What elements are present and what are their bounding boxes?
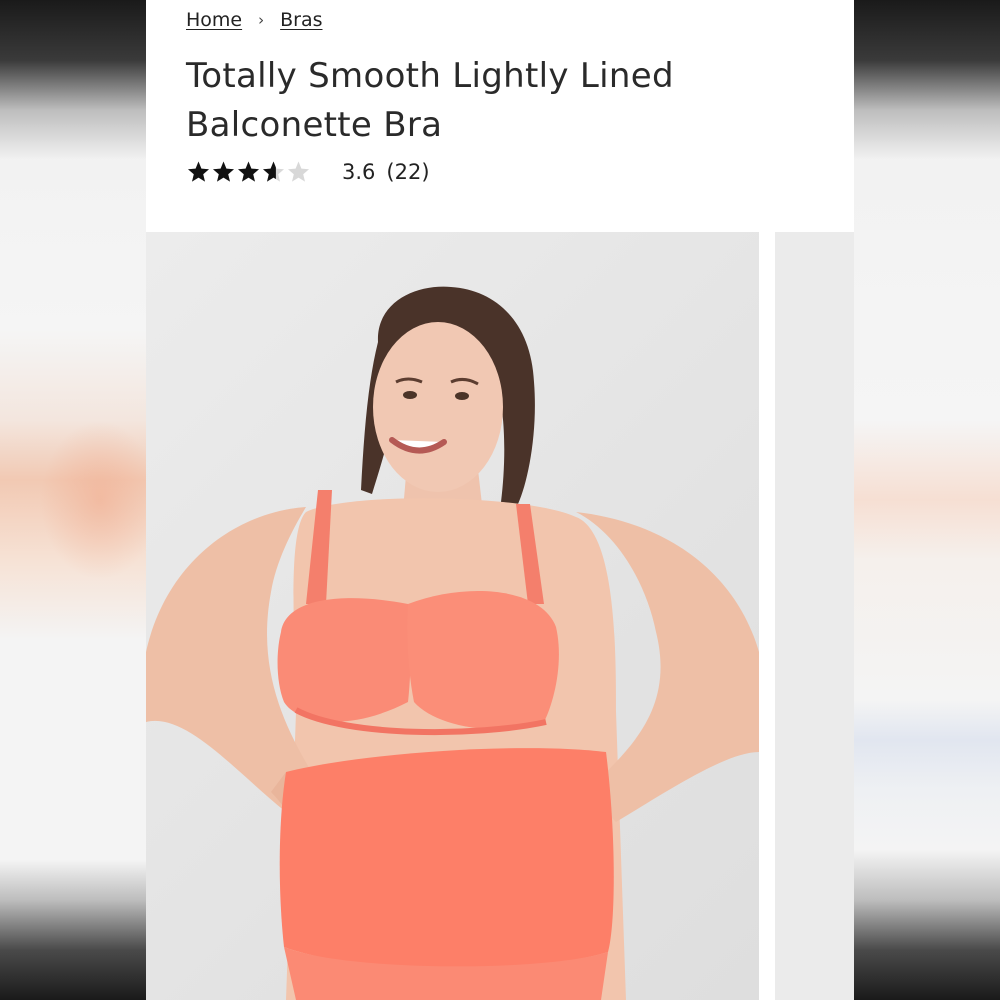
star-icon [263,161,284,182]
breadcrumb: Home › Bras [186,9,323,31]
product-image-next[interactable] [775,232,854,1000]
star-icon [188,161,209,182]
blurred-backdrop-right [854,0,1000,1000]
rating-stars [186,160,311,184]
product-title: Totally Smooth Lightly Lined Balconette … [186,56,674,145]
product-photo-icon [146,286,759,1000]
star-icon [238,161,259,182]
product-rating[interactable]: 3.6 (22) [186,160,430,184]
star-icon [213,161,234,182]
breadcrumb-separator: › [258,11,265,29]
blurred-backdrop-left [0,0,146,1000]
product-image-main[interactable] [146,232,759,1000]
breadcrumb-home-link[interactable]: Home [186,9,242,31]
star-icon [288,161,309,182]
review-count[interactable]: (22) [386,160,429,184]
rating-score: 3.6 [342,160,376,184]
product-panel: Home › Bras Totally Smooth Lightly Lined… [146,0,854,1000]
breadcrumb-bras-link[interactable]: Bras [280,9,322,31]
